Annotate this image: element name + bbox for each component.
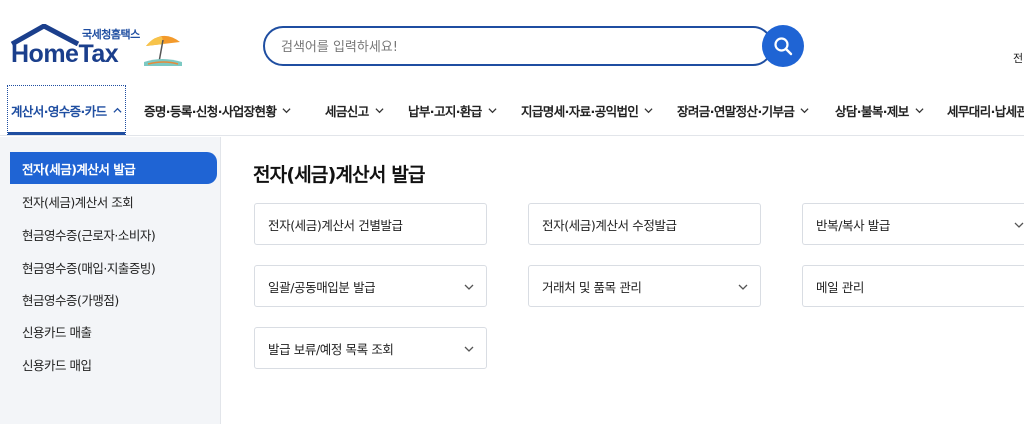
card-mail-management[interactable]: 메일 관리 [802,265,1024,307]
gnb-item-label: 증명·등록·신청·사업장현황 [144,103,277,119]
chevron-down-icon [1014,222,1024,228]
gnb-item-invoice-receipt-card[interactable]: 계산서·영수증·카드 [7,85,126,135]
gnb-item-label: 장려금·연말정산·기부금 [677,103,795,119]
chevron-down-icon [915,107,924,113]
chevron-up-icon [112,107,122,113]
card-label: 전자(세금)계산서 수정발급 [542,217,677,233]
main-nav: 계산서·영수증·카드 증명·등록·신청·사업장현황 세금신고 납부·고지·환급 … [0,84,1024,136]
gnb-item-tax-agent[interactable]: 세무대리·납세관 [947,84,1024,136]
chevron-down-icon [282,107,291,113]
page-title: 전자(세금)계산서 발급 [253,164,426,186]
chevron-down-icon [644,107,653,113]
card-single-issue[interactable]: 전자(세금)계산서 건별발급 [254,203,487,245]
search-button[interactable] [762,25,804,67]
gnb-item-label: 세무대리·납세관 [947,103,1024,119]
side-menu: 전자(세금)계산서 발급 전자(세금)계산서 조회 현금영수증(근로자·소비자)… [0,137,221,424]
card-label: 전자(세금)계산서 건별발급 [268,217,403,233]
side-item-cash-receipt-purchase[interactable]: 현금영수증(매입·지출증빙) [10,251,217,283]
gnb-item-certificate-registration[interactable]: 증명·등록·신청·사업장현황 [144,84,291,136]
side-item-cash-receipt-consumer[interactable]: 현금영수증(근로자·소비자) [10,218,217,250]
card-hold-scheduled-list[interactable]: 발급 보류/예정 목록 조회 [254,327,487,369]
gnb-item-incentive-year-end[interactable]: 장려금·연말정산·기부금 [677,84,809,136]
search-box [263,26,773,66]
chevron-down-icon [464,346,474,352]
card-bulk-joint-issue[interactable]: 일괄/공동매입분 발급 [254,265,487,307]
gnb-item-label: 납부·고지·환급 [408,103,482,119]
side-item-einvoice-issue[interactable]: 전자(세금)계산서 발급 [10,152,217,184]
card-label: 반복/복사 발급 [816,217,890,233]
gnb-item-payment-refund[interactable]: 납부·고지·환급 [408,84,497,136]
card-label: 일괄/공동매입분 발급 [268,279,376,295]
chevron-down-icon [464,284,474,290]
card-label: 메일 관리 [816,279,864,295]
card-label: 거래처 및 품목 관리 [542,279,642,295]
chevron-down-icon [800,107,809,113]
side-item-einvoice-inquiry[interactable]: 전자(세금)계산서 조회 [10,185,217,217]
gnb-item-label: 상담·불복·제보 [835,103,909,119]
beach-umbrella-icon [144,35,182,66]
gnb-item-label: 세금신고 [325,103,369,119]
hometax-logo[interactable]: 국세청홈택스 HomeTax [10,24,185,72]
header-corner-link[interactable]: 전 [1013,50,1023,66]
card-modify-issue[interactable]: 전자(세금)계산서 수정발급 [528,203,761,245]
side-item-credit-card-purchase[interactable]: 신용카드 매입 [10,348,217,380]
chevron-down-icon [375,107,384,113]
side-item-cash-receipt-merchant[interactable]: 현금영수증(가맹점) [10,283,217,315]
search-icon [774,37,793,56]
card-partner-item-management[interactable]: 거래처 및 품목 관리 [528,265,761,307]
logo-title: HomeTax [11,40,119,68]
gnb-item-label: 지급명세·자료·공익법인 [521,103,639,119]
card-repeat-copy-issue[interactable]: 반복/복사 발급 [802,203,1024,245]
chevron-down-icon [738,284,748,290]
gnb-item-payment-statement[interactable]: 지급명세·자료·공익법인 [521,84,653,136]
card-label: 발급 보류/예정 목록 조회 [268,341,394,357]
chevron-down-icon [488,107,497,113]
search-input[interactable] [279,36,749,58]
gnb-item-tax-filing[interactable]: 세금신고 [325,84,384,136]
gnb-item-label: 계산서·영수증·카드 [11,103,107,119]
side-item-credit-card-sales[interactable]: 신용카드 매출 [10,315,217,347]
gnb-item-consult-appeal[interactable]: 상담·불복·제보 [835,84,924,136]
